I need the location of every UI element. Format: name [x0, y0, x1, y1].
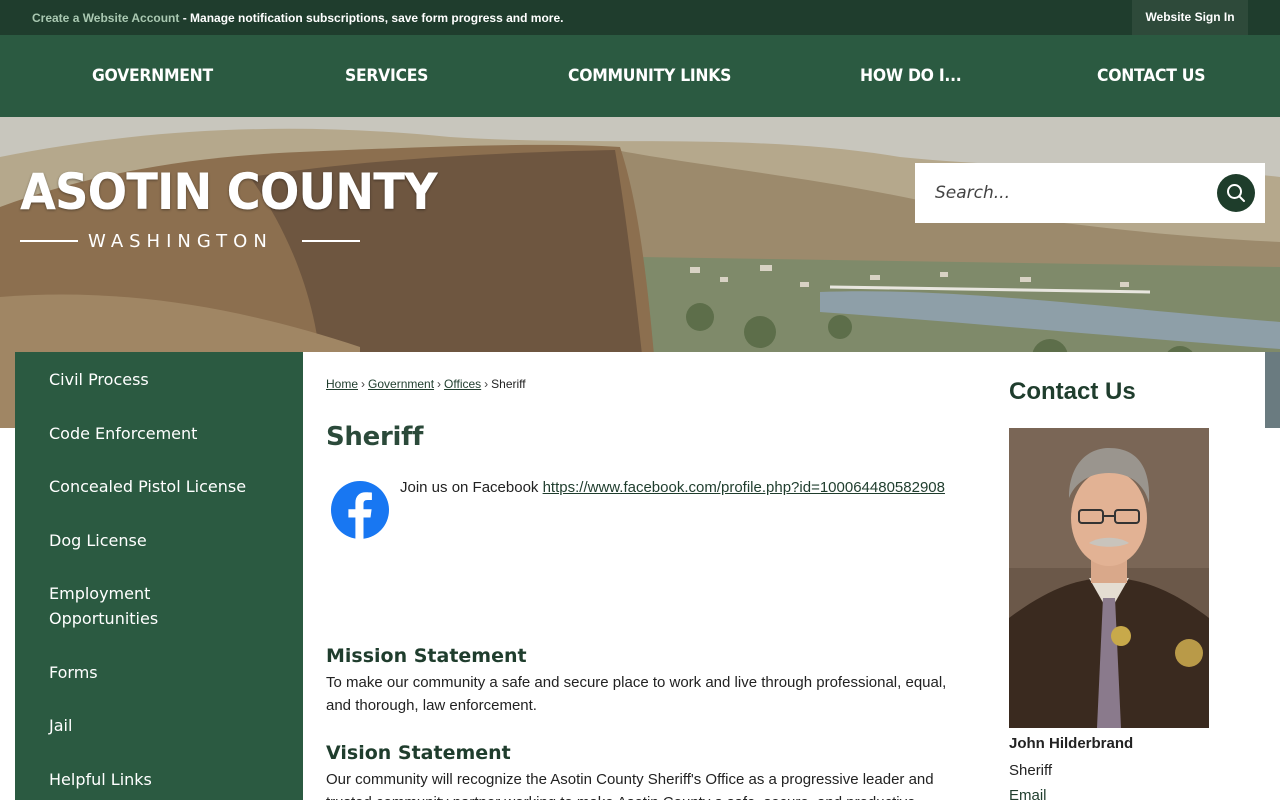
facebook-link[interactable]: https://www.facebook.com/profile.php?id=…: [543, 479, 945, 496]
nav-services[interactable]: SERVICES: [345, 35, 428, 117]
utility-bar: Create a Website Account - Manage notifi…: [0, 0, 1280, 35]
breadcrumb-separator: ›: [437, 377, 442, 391]
logo-state-name: WASHINGTON: [88, 231, 273, 252]
search-icon: [1227, 184, 1245, 202]
breadcrumb: Home › Government › Offices › Sheriff: [326, 377, 526, 391]
breadcrumb-government[interactable]: Government: [368, 377, 434, 391]
facebook-text: Join us on Facebook: [400, 479, 543, 496]
breadcrumb-separator: ›: [361, 377, 366, 391]
vision-text: Our community will recognize the Asotin …: [326, 771, 934, 800]
sidebar-nav: Civil Process Code Enforcement Concealed…: [15, 352, 303, 800]
main-nav: GOVERNMENT SERVICES COMMUNITY LINKS HOW …: [0, 35, 1280, 117]
facebook-icon[interactable]: [331, 481, 389, 539]
breadcrumb-offices[interactable]: Offices: [444, 377, 481, 391]
breadcrumb-home[interactable]: Home: [326, 377, 358, 391]
sidebar-item-dog-license[interactable]: Dog License: [49, 528, 279, 553]
county-logo[interactable]: ASOTIN COUNTY WASHINGTON: [20, 163, 468, 252]
logo-county-name: ASOTIN COUNTY: [20, 163, 438, 221]
sidebar-item-jail[interactable]: Jail: [49, 713, 279, 738]
search-input[interactable]: [915, 163, 1205, 223]
contact-role: Sheriff: [1009, 762, 1053, 779]
search-button[interactable]: [1217, 174, 1255, 212]
contact-heading: Contact Us: [1009, 378, 1136, 405]
sidebar-item-forms[interactable]: Forms: [49, 660, 279, 685]
site-search: [915, 163, 1265, 223]
page-title: Sheriff: [326, 422, 424, 452]
nav-how-do-i[interactable]: HOW DO I...: [860, 35, 962, 117]
main-content: Home › Government › Offices › Sheriff Sheriff …: [303, 352, 1265, 800]
logo-rule-right: [302, 240, 360, 242]
notice-text: - Manage notification subscriptions, sav…: [179, 11, 564, 25]
nav-government[interactable]: GOVERNMENT: [92, 35, 213, 117]
vision-heading: Vision Statement: [326, 742, 511, 764]
logo-rule-left: [20, 240, 78, 242]
logo-state-row: WASHINGTON: [20, 231, 362, 252]
mission-heading: Mission Statement: [326, 645, 527, 667]
sidebar-item-helpful-links[interactable]: Helpful Links: [49, 767, 279, 792]
sheriff-portrait: [1009, 428, 1209, 728]
nav-community-links[interactable]: COMMUNITY LINKS: [568, 35, 731, 117]
nav-contact-us[interactable]: CONTACT US: [1097, 35, 1206, 117]
facebook-callout: Join us on Facebook https://www.facebook…: [400, 479, 945, 496]
sidebar-item-civil-process[interactable]: Civil Process: [49, 367, 279, 392]
breadcrumb-current: Sheriff: [491, 377, 526, 391]
sidebar-item-code-enforcement[interactable]: Code Enforcement: [49, 421, 279, 446]
sidebar-item-concealed-pistol-license[interactable]: Concealed Pistol License: [49, 474, 279, 499]
contact-email-link[interactable]: Email: [1009, 787, 1047, 800]
website-sign-in-button[interactable]: Website Sign In: [1132, 0, 1248, 35]
breadcrumb-separator: ›: [484, 377, 489, 391]
mission-text: To make our community a safe and secure …: [326, 674, 947, 714]
contact-name: John Hilderbrand: [1009, 735, 1134, 752]
create-account-link[interactable]: Create a Website Account: [32, 11, 179, 25]
sheriff-photo: [1009, 428, 1209, 728]
hero-edge: [1265, 352, 1280, 428]
account-notice: Create a Website Account - Manage notifi…: [32, 11, 563, 25]
sidebar-item-employment-opportunities[interactable]: Employment Opportunities: [49, 581, 199, 631]
